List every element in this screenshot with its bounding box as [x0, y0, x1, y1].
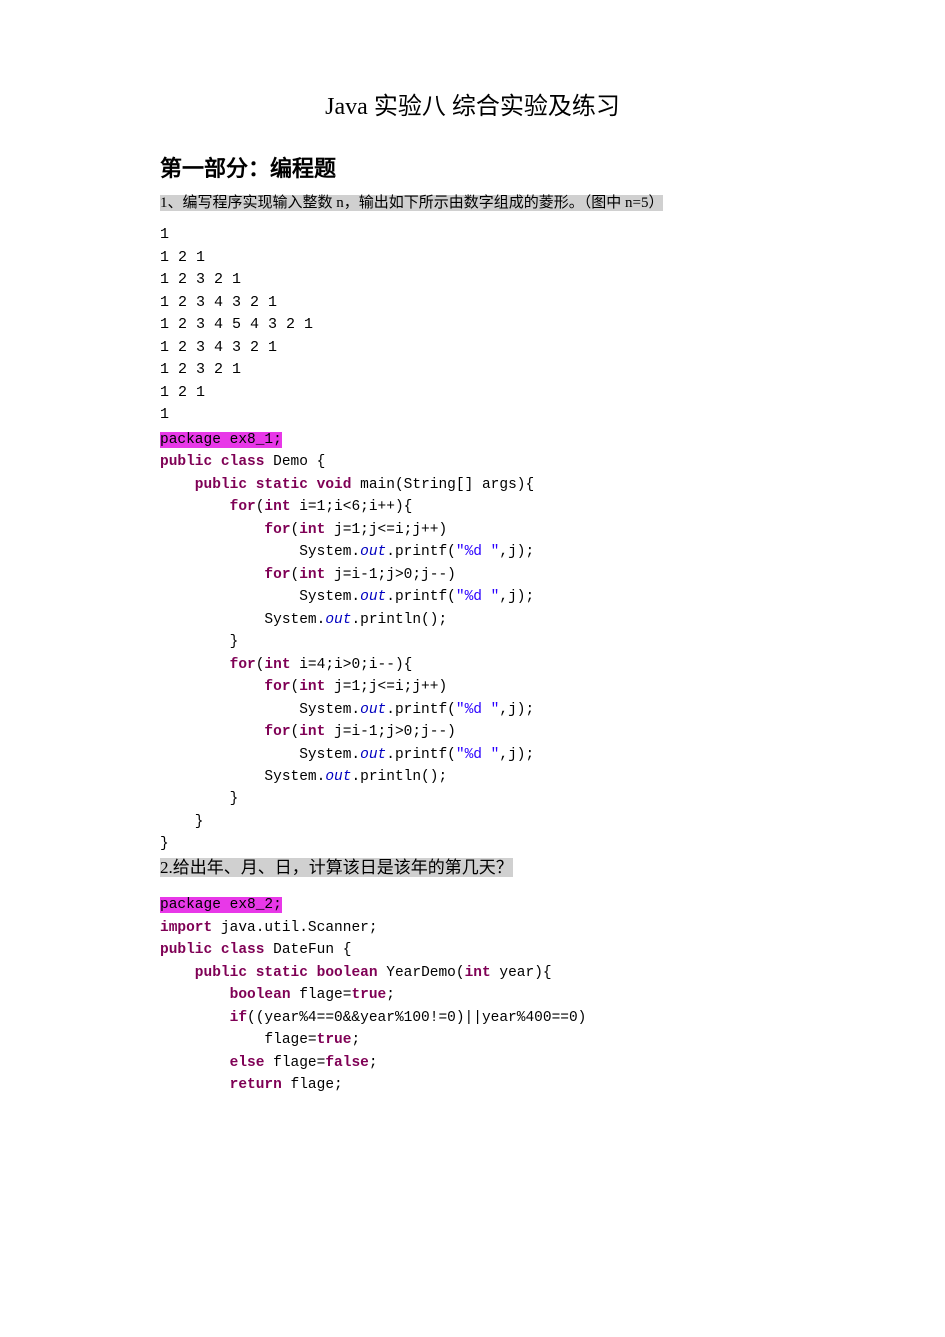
kw-for: for: [160, 724, 291, 740]
code-text: (: [291, 724, 300, 740]
kw-for: for: [160, 522, 291, 538]
code-text: Demo {: [264, 454, 325, 470]
question-2: 2.给出年、月、日，计算该日是该年的第几天？: [160, 858, 513, 877]
code-text: System.: [160, 702, 360, 718]
kw-int: int: [264, 499, 290, 515]
code-text: j=i-1;j>0;j--): [325, 567, 456, 583]
code-text: .printf(: [386, 589, 456, 605]
output-diamond: 1 1 2 1 1 2 3 2 1 1 2 3 4 3 2 1 1 2 3 4 …: [160, 224, 785, 427]
kw-else: else: [160, 1055, 264, 1071]
code-text: ;: [386, 987, 395, 1003]
code-text: DateFun {: [264, 942, 351, 958]
kw-true: true: [351, 987, 386, 1003]
question-1: 1、编写程序实现输入整数 n，输出如下所示由数字组成的菱形。（图中 n=5）: [160, 195, 663, 211]
code-text: java.util.Scanner;: [212, 920, 377, 936]
kw-for: for: [160, 499, 256, 515]
kw-return: return: [160, 1077, 282, 1093]
string-literal: "%d ": [456, 589, 500, 605]
kw-true: true: [317, 1032, 352, 1048]
code-text: System.: [160, 769, 325, 785]
package-highlight: package ex8_1;: [160, 432, 282, 448]
code-text: ((year%4==0&&year%100!=0)||year%400==0): [247, 1010, 586, 1026]
kw-public: public: [160, 965, 247, 981]
code-text: System.: [160, 544, 360, 560]
string-literal: "%d ": [456, 702, 500, 718]
question-2-row: 2.给出年、月、日，计算该日是该年的第几天？: [160, 856, 785, 881]
code-text: flage=: [264, 1055, 325, 1071]
section-heading: 第一部分：编程题: [160, 153, 785, 185]
package-highlight: package ex8_2;: [160, 897, 282, 913]
code-text: }: [160, 814, 204, 830]
string-literal: "%d ": [456, 747, 500, 763]
code-text: .printf(: [386, 544, 456, 560]
code-text: ,j);: [499, 747, 534, 763]
kw-int: int: [299, 522, 325, 538]
kw-if: if: [160, 1010, 247, 1026]
question-1-row: 1、编写程序实现输入整数 n，输出如下所示由数字组成的菱形。（图中 n=5）: [160, 191, 785, 215]
spacer: [160, 880, 785, 894]
kw-int: int: [299, 724, 325, 740]
kw-boolean: boolean: [160, 987, 291, 1003]
code-text: .printf(: [386, 702, 456, 718]
code-text: System.: [160, 612, 325, 628]
code-text: j=i-1;j>0;j--): [325, 724, 456, 740]
code-text: ,j);: [499, 702, 534, 718]
static-field: out: [360, 747, 386, 763]
static-field: out: [360, 589, 386, 605]
code-text: .printf(: [386, 747, 456, 763]
code-text: ,j);: [499, 544, 534, 560]
static-field: out: [325, 769, 351, 785]
kw-false: false: [325, 1055, 369, 1071]
code-text: ;: [369, 1055, 378, 1071]
kw-static: static: [247, 965, 308, 981]
code-text: YearDemo(: [378, 965, 465, 981]
kw-import: import: [160, 920, 212, 936]
kw-void: void: [308, 477, 352, 493]
code-text: .println();: [351, 612, 447, 628]
kw-class: class: [212, 942, 264, 958]
kw-public: public: [160, 454, 212, 470]
code-text: j=1;j<=i;j++): [325, 679, 447, 695]
code-text: flage;: [282, 1077, 343, 1093]
code-block-2: package ex8_2; import java.util.Scanner;…: [160, 894, 785, 1096]
page-title: Java 实验八 综合实验及练习: [160, 90, 785, 125]
kw-int: int: [264, 657, 290, 673]
kw-boolean: boolean: [308, 965, 378, 981]
code-block-1: package ex8_1; public class Demo { publi…: [160, 429, 785, 856]
code-text: }: [160, 836, 169, 852]
kw-public: public: [160, 942, 212, 958]
code-text: flage=: [291, 987, 352, 1003]
kw-int: int: [465, 965, 491, 981]
kw-int: int: [299, 567, 325, 583]
static-field: out: [325, 612, 351, 628]
code-text: year){: [491, 965, 552, 981]
kw-class: class: [212, 454, 264, 470]
code-text: }: [160, 634, 238, 650]
static-field: out: [360, 544, 386, 560]
kw-for: for: [160, 657, 256, 673]
code-text: (: [291, 679, 300, 695]
code-text: (: [291, 522, 300, 538]
kw-for: for: [160, 679, 291, 695]
code-text: System.: [160, 589, 360, 605]
kw-int: int: [299, 679, 325, 695]
string-literal: "%d ": [456, 544, 500, 560]
code-text: main(String[] args){: [351, 477, 534, 493]
code-text: flage=: [160, 1032, 317, 1048]
code-text: ;: [351, 1032, 360, 1048]
code-text: .println();: [351, 769, 447, 785]
code-text: System.: [160, 747, 360, 763]
kw-static: static: [247, 477, 308, 493]
code-text: i=4;i>0;i--){: [291, 657, 413, 673]
code-text: ,j);: [499, 589, 534, 605]
static-field: out: [360, 702, 386, 718]
code-text: i=1;i<6;i++){: [291, 499, 413, 515]
kw-for: for: [160, 567, 291, 583]
code-text: j=1;j<=i;j++): [325, 522, 447, 538]
code-text: }: [160, 791, 238, 807]
kw-public: public: [160, 477, 247, 493]
code-text: (: [291, 567, 300, 583]
